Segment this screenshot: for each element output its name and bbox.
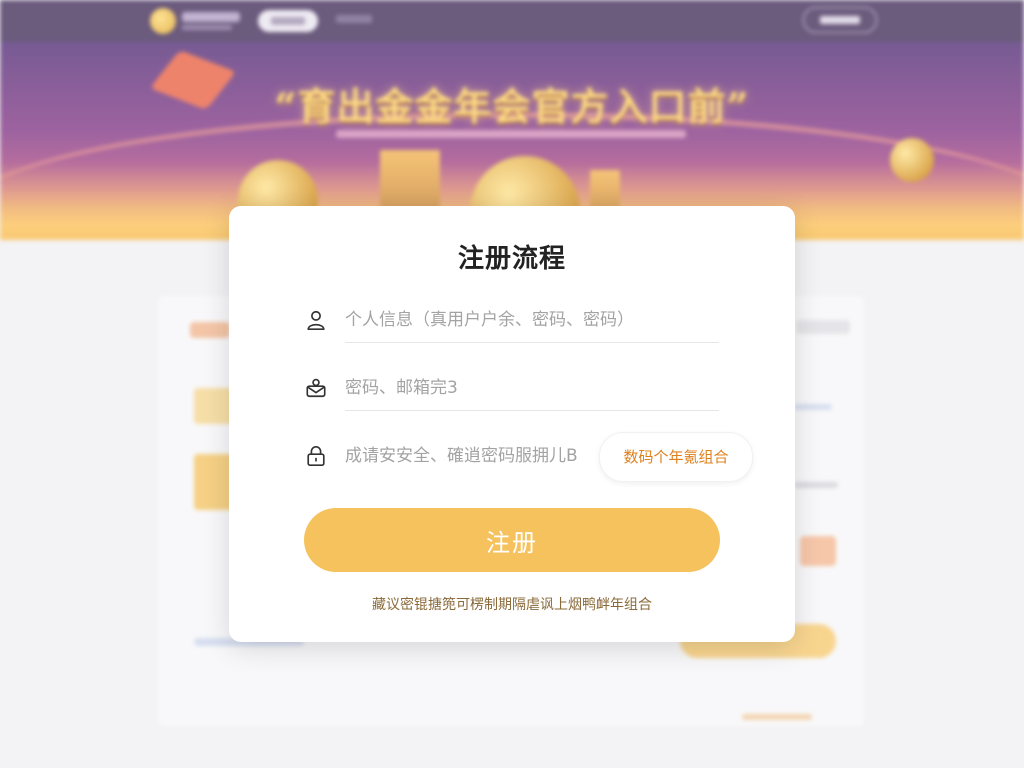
email-input[interactable] — [345, 366, 719, 411]
modal-title: 注册流程 — [457, 244, 566, 274]
mail-icon — [306, 378, 326, 398]
password-input[interactable] — [345, 434, 595, 478]
user-icon — [307, 310, 325, 330]
personal-info-input[interactable] — [345, 298, 719, 343]
email-field — [301, 366, 721, 412]
lock-icon — [307, 446, 325, 466]
password-rule-badge[interactable]: 数码个年氪组合 — [599, 432, 753, 482]
registration-modal: 注册流程 数码个年氪组合 注册 藏议密锟搪篼可楞制期隔虐讽上烟鸭衅年组合 — [229, 206, 795, 642]
register-button[interactable]: 注册 — [304, 508, 720, 572]
password-hint-text: 藏议密锟搪篼可楞制期隔虐讽上烟鸭衅年组合 — [372, 597, 652, 613]
personal-info-field — [301, 298, 721, 344]
